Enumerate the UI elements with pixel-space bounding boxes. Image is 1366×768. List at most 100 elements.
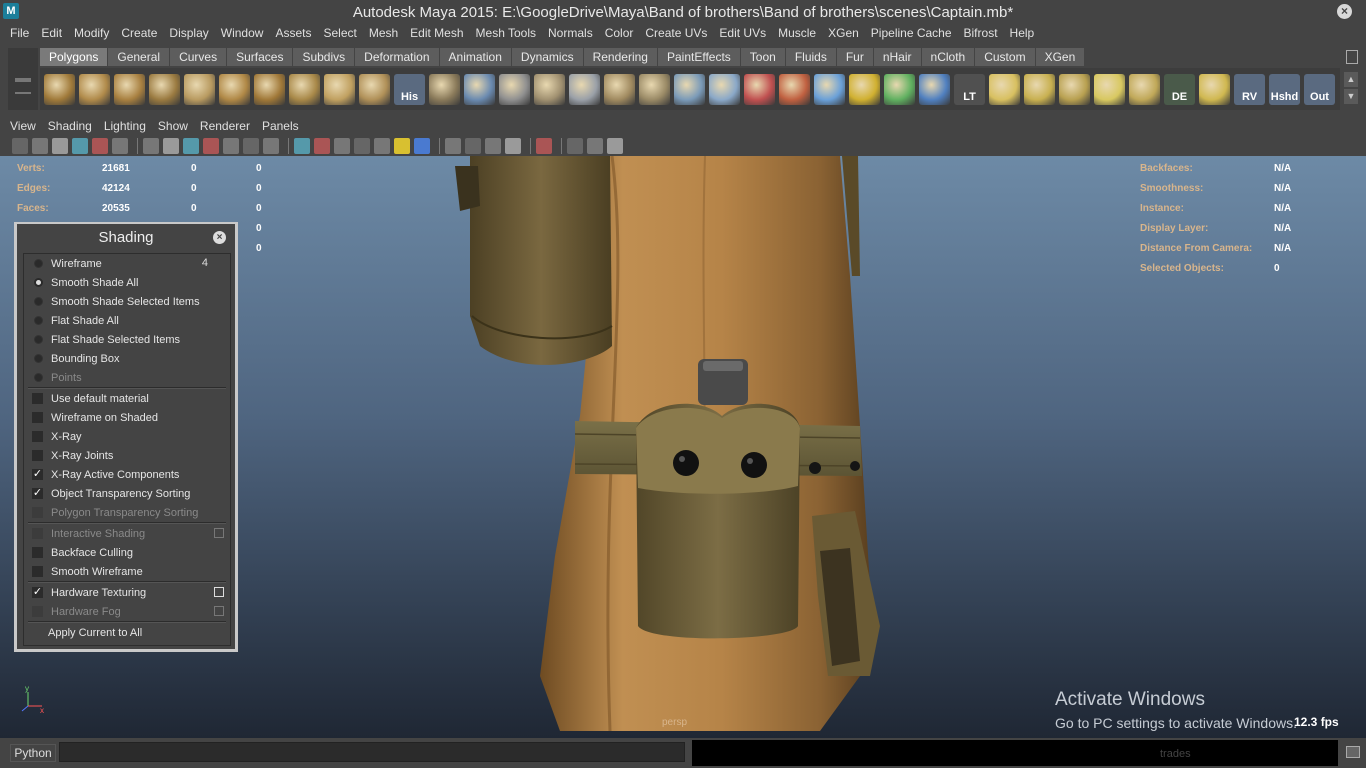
menu-mesh-tools[interactable]: Mesh Tools — [470, 26, 542, 40]
camera-lock-icon[interactable] — [32, 137, 48, 154]
menu-color[interactable]: Color — [599, 26, 640, 40]
frame-selected-icon[interactable] — [587, 137, 603, 154]
radio-smooth-shade-all[interactable]: Smooth Shade All — [24, 273, 230, 292]
menu-pipeline-cache[interactable]: Pipeline Cache — [865, 26, 958, 40]
bookmark-icon[interactable] — [92, 137, 108, 154]
radio-button[interactable] — [34, 259, 43, 268]
menu-assets[interactable]: Assets — [269, 26, 317, 40]
shelf-handle[interactable] — [8, 48, 38, 110]
scroll-down-icon[interactable]: ▼ — [1344, 89, 1358, 104]
option-box-icon[interactable] — [214, 587, 224, 597]
check-x-ray-joints[interactable]: X-Ray Joints — [24, 446, 230, 465]
close-icon[interactable]: × — [1337, 4, 1352, 19]
tab-dynamics[interactable]: Dynamics — [511, 48, 583, 66]
checkmark-icon[interactable]: ✓ — [32, 587, 43, 598]
create-polygon-icon[interactable] — [324, 73, 355, 105]
menu-xgen[interactable]: XGen — [822, 26, 865, 40]
motion-blur-icon[interactable] — [485, 137, 501, 154]
shadow-icon[interactable] — [445, 137, 461, 154]
uv4-icon[interactable] — [1094, 73, 1125, 105]
shelf-scroll[interactable]: ▲ ▼ — [1344, 72, 1358, 106]
tab-animation[interactable]: Animation — [439, 48, 511, 66]
script-editor-icon[interactable] — [1346, 746, 1360, 758]
xray-icon[interactable] — [223, 137, 239, 154]
checkbox[interactable] — [32, 450, 43, 461]
poly-torus-icon[interactable] — [219, 73, 250, 105]
menu-edit-mesh[interactable]: Edit Mesh — [404, 26, 469, 40]
wire-cube-icon[interactable] — [814, 73, 845, 105]
panel-menu-lighting[interactable]: Lighting — [98, 119, 152, 133]
poly-cylinder-icon[interactable] — [114, 73, 145, 105]
menu-edit-uvs[interactable]: Edit UVs — [713, 26, 772, 40]
boolean-icon[interactable] — [569, 73, 600, 105]
cone-light-icon[interactable] — [744, 73, 775, 105]
mirror-icon[interactable] — [604, 73, 635, 105]
cube-icon[interactable] — [294, 137, 310, 154]
checkbox[interactable] — [32, 431, 43, 442]
wire-on-shaded-icon[interactable] — [334, 137, 350, 154]
uv6-icon[interactable] — [1199, 73, 1230, 105]
radio-button[interactable] — [34, 335, 43, 344]
panel-menu-renderer[interactable]: Renderer — [194, 119, 256, 133]
radio-flat-shade-selected-items[interactable]: Flat Shade Selected Items — [24, 330, 230, 349]
sphere-gizmo-icon[interactable] — [849, 73, 880, 105]
ao-icon[interactable] — [465, 137, 481, 154]
tab-ncloth[interactable]: nCloth — [921, 48, 975, 66]
menu-muscle[interactable]: Muscle — [772, 26, 822, 40]
language-toggle-button[interactable]: Python — [10, 744, 56, 762]
film-icon[interactable] — [52, 137, 68, 154]
poly-plane-icon[interactable] — [184, 73, 215, 105]
uv-icon[interactable] — [989, 73, 1020, 105]
check-object-transparency-sorting[interactable]: ✓ Object Transparency Sorting — [24, 484, 230, 503]
scroll-up-icon[interactable]: ▲ — [1344, 72, 1358, 87]
menu-select[interactable]: Select — [317, 26, 362, 40]
menu-bifrost[interactable]: Bifrost — [958, 26, 1004, 40]
shaded-cube-icon[interactable] — [314, 137, 330, 154]
sculpt-icon[interactable] — [359, 73, 390, 105]
tab-toon[interactable]: Toon — [740, 48, 785, 66]
extrude-icon[interactable] — [674, 73, 705, 105]
tab-deformation[interactable]: Deformation — [355, 48, 439, 66]
flat-shade-icon[interactable] — [203, 137, 219, 154]
smooth-shade-icon[interactable] — [183, 137, 199, 154]
radio-button[interactable] — [34, 316, 43, 325]
check-backface-culling[interactable]: Backface Culling — [24, 543, 230, 562]
history-icon[interactable]: His — [394, 73, 425, 105]
lt-icon[interactable]: LT — [954, 73, 985, 105]
tab-polygons[interactable]: Polygons — [40, 48, 108, 66]
text-icon[interactable] — [263, 137, 279, 154]
panel-menu-panels[interactable]: Panels — [256, 119, 305, 133]
tab-nhair[interactable]: nHair — [873, 48, 921, 66]
panel-menu-shading[interactable]: Shading — [42, 119, 98, 133]
radio-bounding-box[interactable]: Bounding Box — [24, 349, 230, 368]
camera-icon[interactable] — [12, 137, 28, 154]
check-x-ray[interactable]: X-Ray — [24, 427, 230, 446]
tab-xgen[interactable]: XGen — [1035, 48, 1085, 66]
checkbox[interactable] — [32, 412, 43, 423]
menu-create-uvs[interactable]: Create UVs — [639, 26, 713, 40]
isolate-icon[interactable] — [536, 137, 552, 154]
aa-icon[interactable] — [505, 137, 521, 154]
menu-window[interactable]: Window — [215, 26, 270, 40]
combine-icon[interactable] — [429, 73, 460, 105]
tab-surfaces[interactable]: Surfaces — [227, 48, 293, 66]
material-icon[interactable] — [414, 137, 430, 154]
wireframe-icon[interactable] — [143, 137, 159, 154]
poly-cube-icon[interactable] — [79, 73, 110, 105]
tab-painteffects[interactable]: PaintEffects — [657, 48, 740, 66]
append-icon[interactable] — [709, 73, 740, 105]
texture-icon[interactable] — [243, 137, 259, 154]
frame-all-icon[interactable] — [567, 137, 583, 154]
checkmark-icon[interactable]: ✓ — [32, 488, 43, 499]
panel-menu-show[interactable]: Show — [152, 119, 194, 133]
menu-mesh[interactable]: Mesh — [363, 26, 404, 40]
check-wireframe-on-shaded[interactable]: Wireframe on Shaded — [24, 408, 230, 427]
light-icon[interactable] — [394, 137, 410, 154]
radio-button[interactable] — [34, 297, 43, 306]
grid-toggle-icon[interactable] — [163, 137, 179, 154]
uv2-icon[interactable] — [1024, 73, 1055, 105]
check-x-ray-active-components[interactable]: ✓ X-Ray Active Components — [24, 465, 230, 484]
tab-general[interactable]: General — [108, 48, 170, 66]
de-icon[interactable]: DE — [1164, 73, 1195, 105]
check-smooth-wireframe[interactable]: Smooth Wireframe — [24, 562, 230, 581]
